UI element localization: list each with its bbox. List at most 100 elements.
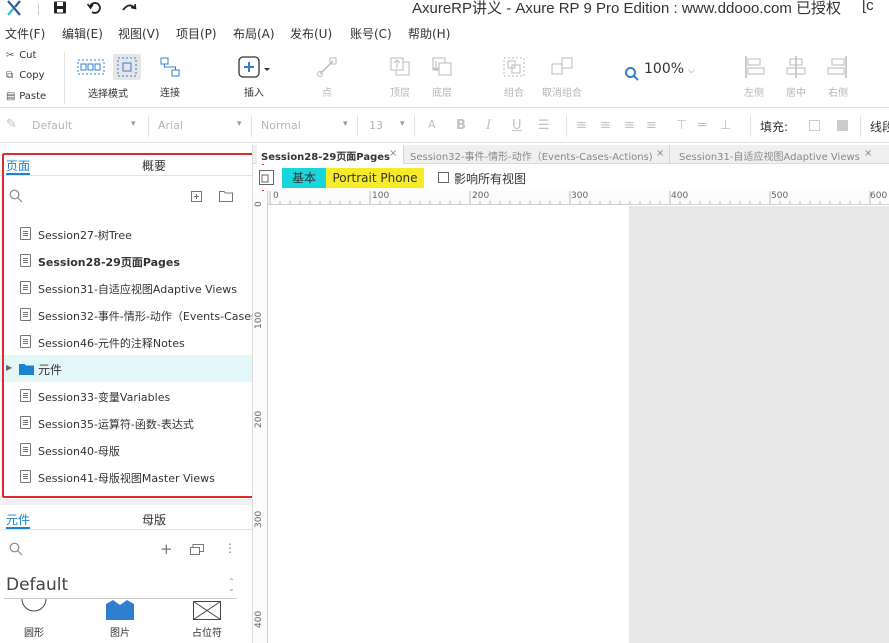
menu-bar: 文件(F) 编辑(E) 视图(V) 项目(P) 布局(A) 发布(U) 账号(C… — [0, 22, 889, 44]
search-icon[interactable] — [9, 542, 23, 556]
point-button[interactable]: 点 — [315, 54, 339, 99]
close-icon[interactable]: × — [389, 148, 397, 159]
paint-brush-icon[interactable]: ✎ — [6, 117, 17, 132]
title-bar: AxureRP讲义 - Axure RP 9 Pro Edition : www… — [0, 0, 889, 20]
menu-layout[interactable]: 布局(A) — [233, 25, 275, 42]
align-right-button[interactable]: 右侧 — [824, 54, 852, 99]
fill-pattern-swatch[interactable] — [837, 120, 848, 131]
widget-circle[interactable]: 圆形 — [14, 598, 54, 639]
menu-edit[interactable]: 编辑(E) — [62, 25, 103, 42]
menu-project[interactable]: 项目(P) — [176, 25, 217, 42]
group-button[interactable]: 组合 — [500, 54, 528, 99]
send-to-back-button[interactable]: 底层 — [428, 54, 456, 99]
panel-separator — [0, 499, 252, 505]
close-icon[interactable]: × — [864, 148, 872, 159]
widget-placeholder[interactable]: 占位符 — [186, 600, 228, 639]
center-label: 居中 — [786, 88, 806, 99]
text-align-center-icon[interactable]: ≡ — [600, 118, 611, 133]
send-back-icon — [432, 57, 452, 76]
paste-button[interactable]: ▤ Paste — [6, 91, 46, 102]
ungroup-button[interactable]: 取消组合 — [540, 54, 584, 99]
cut-button[interactable]: ✂ Cut — [6, 50, 36, 61]
doc-tab-label: Session28-29页面Pages — [261, 152, 390, 163]
affect-all-views-label: 影响所有视图 — [454, 172, 527, 186]
style-chevron-icon: ▾ — [131, 119, 136, 129]
ungroup-icon — [551, 57, 573, 75]
text-justify-icon[interactable]: ≡ — [646, 118, 657, 133]
insert-label: 插入 — [244, 88, 264, 99]
text-align-right-icon[interactable]: ≡ — [624, 118, 635, 133]
close-icon[interactable]: × — [656, 148, 664, 159]
menu-account[interactable]: 账号(C) — [350, 25, 392, 42]
align-left-button[interactable]: 左侧 — [740, 54, 768, 99]
valign-middle-icon[interactable]: ═ — [698, 118, 706, 133]
bold-icon[interactable]: B — [456, 118, 466, 133]
view-base-button[interactable]: 基本 — [282, 168, 326, 188]
bring-front-icon — [390, 57, 410, 76]
window-title-extra: [c — [862, 0, 874, 14]
left-label: 左侧 — [744, 88, 764, 99]
select-mode-intersect-button[interactable] — [76, 54, 106, 80]
font-size-select[interactable]: 13 — [369, 119, 383, 132]
widget-image[interactable]: 图片 — [100, 600, 140, 639]
tab-masters[interactable]: 母版 — [142, 511, 166, 528]
affect-all-views-checkbox[interactable] — [438, 172, 449, 183]
group-icon — [503, 57, 525, 77]
valign-top-icon[interactable]: ⊤ — [676, 118, 687, 133]
document-tabs: Session28-29页面Pages × Session32-事件-情形-动作… — [253, 145, 889, 164]
vertical-ruler: 0 100 200 300 400 — [253, 191, 268, 643]
more-options-icon[interactable]: ⋮ — [224, 541, 236, 555]
titlebar-divider — [38, 3, 39, 15]
underline-icon[interactable]: U — [512, 118, 522, 133]
insert-button[interactable]: 插入 — [234, 54, 274, 99]
window-title: AxureRP讲义 - Axure RP 9 Pro Edition : www… — [412, 0, 842, 17]
bottom-layer-label: 底层 — [432, 88, 452, 99]
adaptive-views-icon[interactable] — [259, 170, 274, 185]
list-icon[interactable]: ☰ — [538, 118, 550, 133]
highlight-annotation-box — [2, 153, 264, 498]
library-select[interactable]: Default — [6, 575, 68, 595]
doc-tab[interactable]: Session31-自适应视图Adaptive Views × — [669, 145, 875, 164]
doc-tab[interactable]: Session32-事件-情形-动作（Events-Cases-Actions)… — [403, 145, 669, 164]
ruler-label: 100 — [254, 311, 264, 329]
tab-widgets[interactable]: 元件 — [6, 511, 30, 528]
select-mode-contain-button[interactable] — [113, 54, 141, 80]
menu-file[interactable]: 文件(F) — [5, 25, 45, 42]
weight-chevron-icon: ▾ — [343, 119, 348, 129]
view-portrait-phone-button[interactable]: Portrait Phone — [326, 168, 424, 188]
axure-logo-icon[interactable] — [6, 0, 22, 16]
doc-tab-active[interactable]: Session28-29页面Pages × — [257, 145, 403, 164]
fill-label: 填充: — [760, 120, 789, 134]
zoom-value: 100% — [644, 61, 685, 77]
format-divider — [750, 115, 751, 137]
library-copy-icon[interactable] — [190, 544, 204, 555]
weight-select[interactable]: Normal — [261, 119, 301, 132]
text-align-left-icon[interactable]: ≡ — [576, 118, 587, 133]
add-library-icon[interactable]: + — [160, 540, 173, 558]
menu-view[interactable]: 视图(V) — [118, 25, 160, 42]
font-color-icon[interactable]: A — [428, 118, 436, 131]
italic-icon[interactable]: I — [486, 118, 491, 133]
bring-to-front-button[interactable]: 顶层 — [386, 54, 414, 99]
menu-help[interactable]: 帮助(H) — [408, 25, 450, 42]
copy-button[interactable]: ⧉ Copy — [6, 70, 45, 81]
doc-tab-label: Session31-自适应视图Adaptive Views — [679, 152, 860, 163]
connect-button[interactable]: 连接 — [155, 54, 185, 99]
image-widget-icon — [106, 600, 134, 620]
right-label: 右侧 — [828, 88, 848, 99]
redo-icon[interactable] — [121, 0, 137, 16]
fill-color-swatch[interactable] — [809, 120, 820, 131]
menu-publish[interactable]: 发布(U) — [290, 25, 332, 42]
group-label: 组合 — [504, 88, 524, 99]
widget-label: 图片 — [110, 628, 130, 639]
ruler-label: 200 — [254, 410, 264, 428]
style-select[interactable]: Default — [32, 119, 72, 132]
align-center-button[interactable]: 居中 — [782, 54, 810, 99]
ruler-label: 400 — [254, 610, 264, 628]
font-select[interactable]: Arial — [158, 119, 183, 132]
valign-bottom-icon[interactable]: ⊥ — [720, 118, 731, 133]
undo-icon[interactable] — [86, 0, 102, 16]
point-label: 点 — [322, 88, 332, 99]
save-icon[interactable] — [52, 0, 68, 16]
doc-tab-label: Session32-事件-情形-动作（Events-Cases-Actions) — [410, 152, 653, 163]
